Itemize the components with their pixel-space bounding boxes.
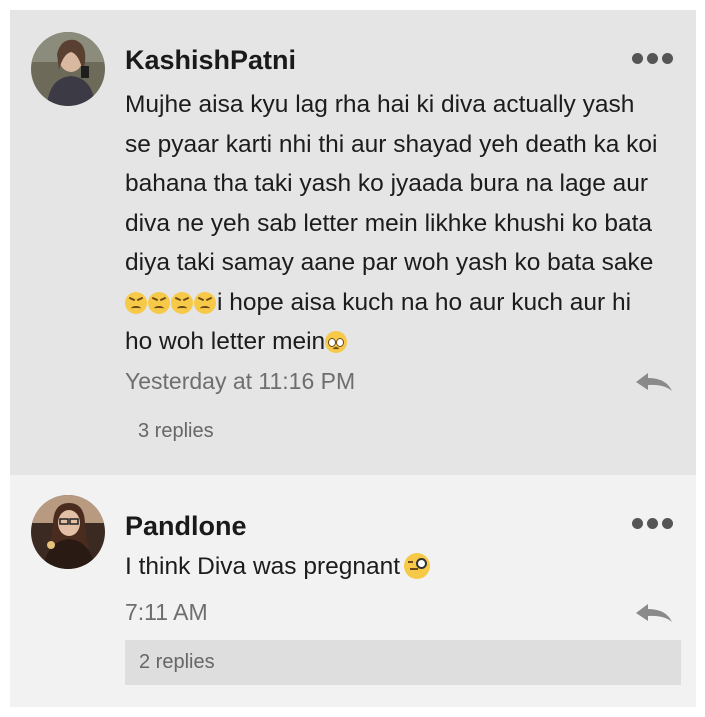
persevering-face-icon (194, 291, 216, 314)
comment-text-segment: i hope aisa kuch na ho aur kuch aur hi (217, 288, 632, 316)
pleading-face-icon (325, 331, 348, 353)
comment-author[interactable]: Pandlone (125, 511, 247, 542)
face-with-monocle-icon (404, 553, 431, 579)
view-replies-button[interactable]: 2 replies (125, 640, 681, 685)
reply-arrow-icon[interactable] (634, 372, 674, 392)
comment-text-line: Mujhe aisa kyu lag rha hai ki diva actua… (125, 91, 635, 118)
comment-text-line: ho woh letter mein (125, 322, 687, 362)
comment-card: KashishPatni Mujhe aisa kyu lag rha hai … (10, 10, 696, 475)
comment-text-line: bahana tha taki yash ko jyaada bura na l… (125, 170, 649, 197)
comment-text: I think Diva was pregnant (125, 550, 687, 584)
comment-text-segment: I think Diva was pregnant (125, 553, 401, 580)
comment-timestamp: Yesterday at 11:16 PM (125, 368, 356, 394)
persevering-face-icon (171, 291, 193, 314)
comment-text-line: se pyaar karti nhi thi aur shayad yeh de… (125, 130, 658, 158)
view-replies-label: 2 replies (139, 651, 215, 673)
more-options-icon[interactable] (632, 518, 674, 530)
avatar[interactable] (31, 495, 105, 569)
comment-timestamp: 7:11 AM (125, 599, 208, 625)
more-options-icon[interactable] (632, 53, 674, 65)
comment-author[interactable]: KashishPatni (125, 45, 296, 76)
comment-text-line: diva ne yeh sab letter mein likhke khush… (125, 209, 653, 237)
comment-text: Mujhe aisa kyu lag rha hai ki diva actua… (125, 85, 687, 362)
persevering-face-icon (125, 291, 147, 314)
comment-text-line: i hope aisa kuch na ho aur kuch aur hi (125, 283, 687, 323)
view-replies-link[interactable]: 3 replies (138, 420, 214, 443)
avatar[interactable] (31, 32, 105, 106)
persevering-face-icon (148, 291, 170, 314)
comment-text-line: diya taki samay aane par woh yash ko bat… (125, 249, 654, 276)
comment-text-segment: ho woh letter mein (125, 328, 326, 355)
comment-card: Pandlone I think Diva was pregnant 7:11 … (10, 475, 696, 707)
reply-arrow-icon[interactable] (634, 603, 674, 623)
